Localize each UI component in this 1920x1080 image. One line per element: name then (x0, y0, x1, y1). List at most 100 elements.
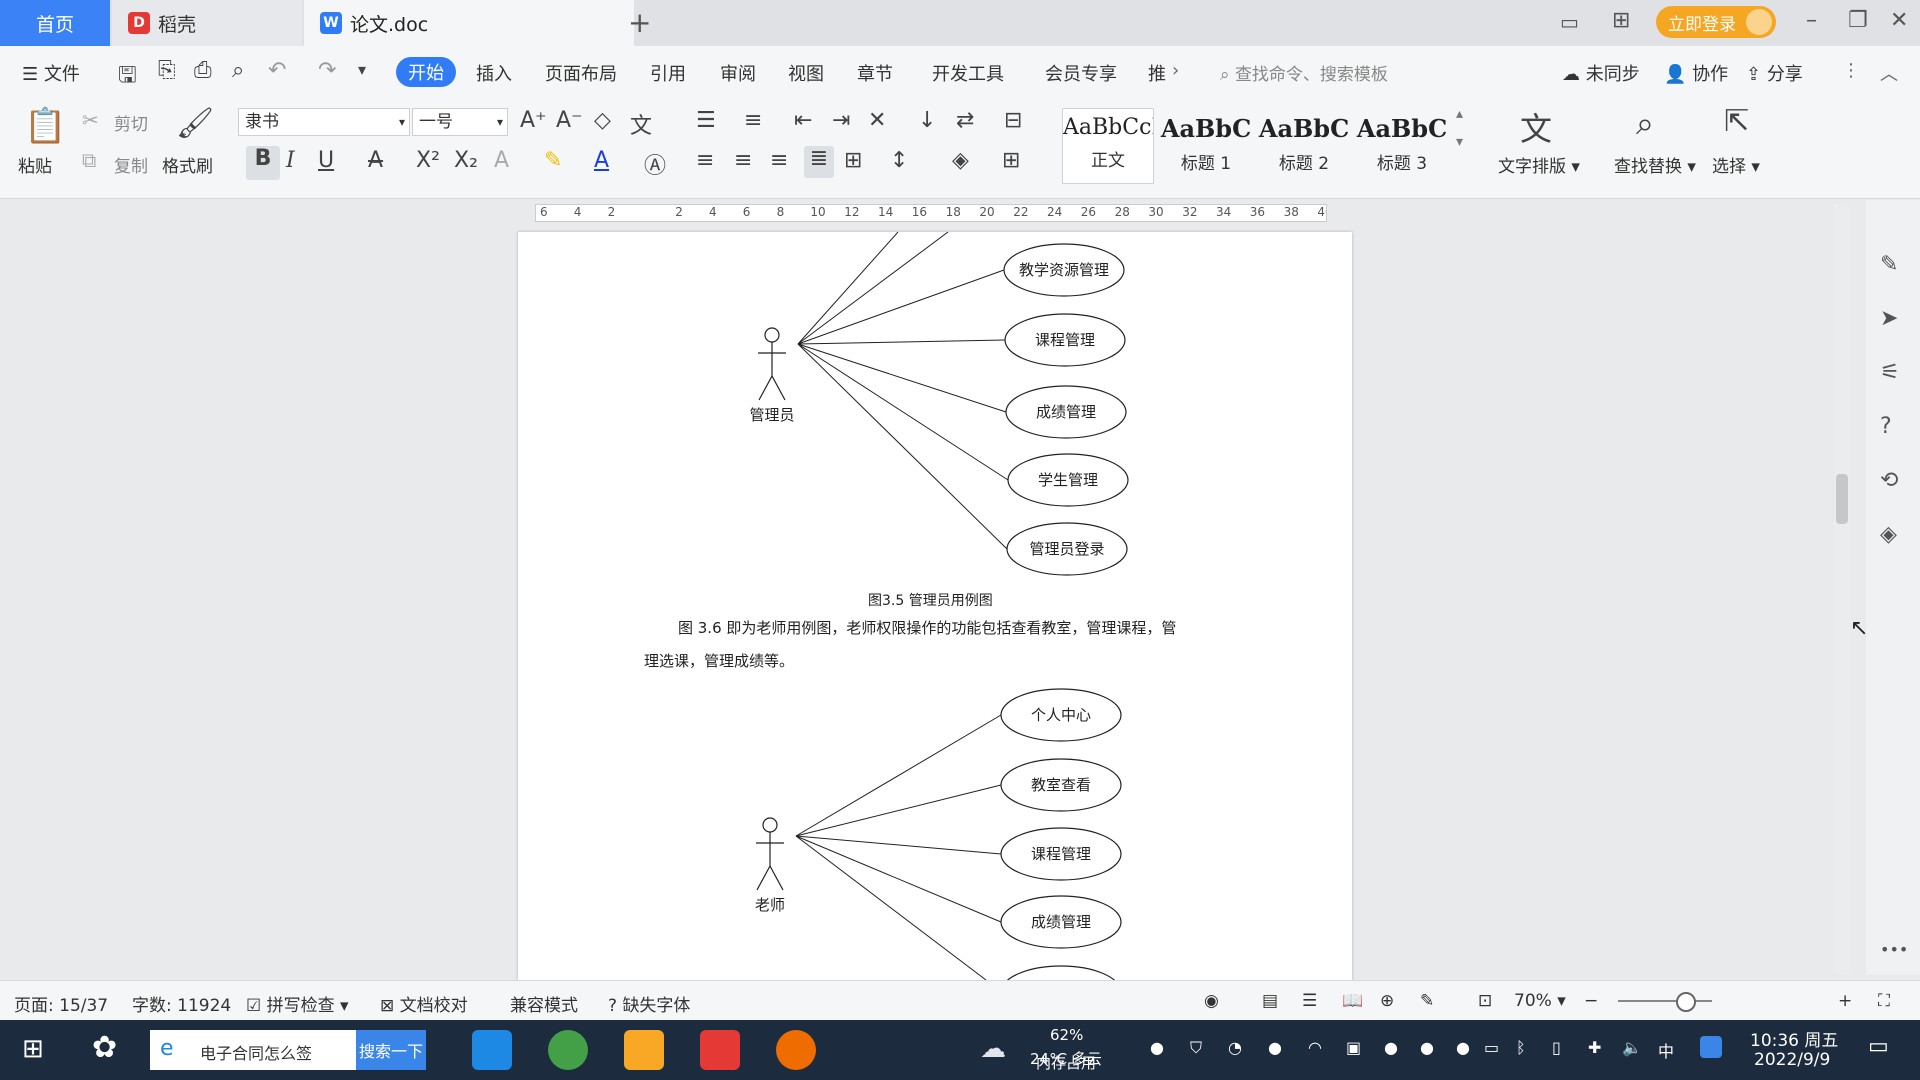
print-preview-icon[interactable]: ⌕ (232, 58, 244, 83)
menu-more-icon[interactable]: › (1172, 60, 1179, 81)
tab-daoke[interactable]: D 稻壳 (112, 0, 302, 46)
web-view-icon[interactable]: ⊕ (1380, 991, 1394, 1011)
collapse-ribbon-icon[interactable]: ︿ (1880, 60, 1898, 86)
menu-chapter[interactable]: 章节 (857, 60, 893, 86)
compat-mode[interactable]: 兼容模式 (510, 991, 578, 1016)
distribute-icon[interactable]: ⊞ (844, 148, 862, 173)
style-preset[interactable]: AaBbC 标题 2 (1258, 108, 1350, 184)
strikethrough-icon[interactable]: A (368, 148, 383, 173)
text-layout-icon[interactable]: 文 (1520, 104, 1552, 150)
reading-view-icon[interactable]: 📖 (1342, 991, 1363, 1011)
chinese-layout-icon[interactable]: ✕ (868, 108, 886, 133)
share-button[interactable]: ⇪ 分享 (1746, 60, 1803, 86)
find-replace-button[interactable]: 查找替换 ▾ (1614, 152, 1696, 177)
tab-home[interactable]: 首页 (0, 0, 110, 46)
clock-date[interactable]: 2022/9/9 (1754, 1050, 1830, 1070)
command-search[interactable]: ⌕ 查找命令、搜索模板 (1220, 60, 1388, 85)
align-right-icon[interactable]: ≡ (770, 148, 788, 173)
menu-file[interactable]: ☰ 文件 (22, 60, 80, 86)
grow-font-icon[interactable]: A⁺ (520, 108, 547, 133)
assistant-icon[interactable]: ✿ (92, 1030, 117, 1065)
file-explorer-icon[interactable] (624, 1030, 664, 1070)
menu-start[interactable]: 开始 (396, 57, 456, 87)
tray-app-icon[interactable]: ● (1456, 1038, 1470, 1057)
tray-qq-icon[interactable]: ● (1268, 1038, 1282, 1057)
tray-wifi-icon[interactable]: ◠ (1308, 1038, 1322, 1057)
text-effect-icon[interactable]: A (494, 148, 509, 173)
notification-icon[interactable]: ▭ (1868, 1034, 1889, 1059)
more-options-icon[interactable]: ⋮ (1842, 60, 1860, 81)
customize-dropdown-icon[interactable]: ▾ (358, 60, 366, 79)
new-tab-button[interactable]: + (628, 6, 651, 39)
format-painter-button[interactable]: 格式刷 (162, 152, 213, 177)
page-indicator[interactable]: 页面: 15/37 (14, 991, 108, 1016)
eye-protection-icon[interactable]: ◉ (1204, 991, 1219, 1011)
menu-insert[interactable]: 插入 (476, 60, 512, 86)
menu-reference[interactable]: 引用 (650, 60, 686, 86)
text-layout-button[interactable]: 文字排版 ▾ (1498, 152, 1580, 177)
align-center-icon[interactable]: ≡ (734, 148, 752, 173)
tray-bluetooth-icon[interactable]: ᛒ (1516, 1038, 1526, 1057)
edit-pen-icon[interactable]: ✎ (1880, 252, 1898, 277)
paste-icon[interactable]: 📋 (24, 106, 66, 146)
bullet-list-icon[interactable]: ☰ (696, 108, 716, 133)
collaborate-button[interactable]: 👤 协作 (1664, 60, 1728, 86)
font-color-icon[interactable]: A (594, 148, 609, 173)
numbered-list-icon[interactable]: ≡ (744, 108, 762, 133)
decrease-indent-icon[interactable]: ⇤ (794, 108, 812, 133)
document-page[interactable]: 管理员 教学资源管理 课程管理 成绩管理 学生管理 管理员登录 老师 个人中心 教室查看 课程管理… (518, 232, 1352, 980)
tray-app-icon[interactable]: ▣ (1346, 1038, 1361, 1057)
zoom-in-icon[interactable]: + (1838, 991, 1852, 1011)
zoom-level[interactable]: 70% ▾ (1514, 991, 1566, 1011)
app-icon[interactable] (776, 1030, 816, 1070)
cut-icon[interactable]: ✂ (82, 108, 99, 132)
shrink-font-icon[interactable]: A⁻ (556, 108, 583, 133)
align-justify-icon[interactable]: ≣ (804, 146, 834, 178)
menu-member[interactable]: 会员专享 (1045, 60, 1117, 86)
fullscreen-icon[interactable]: ⛶ (1878, 991, 1890, 1011)
write-view-icon[interactable]: ✎ (1420, 991, 1434, 1011)
find-replace-icon[interactable]: ⌕ (1636, 104, 1654, 143)
tray-app-icon[interactable] (1700, 1036, 1722, 1058)
memory-percent[interactable]: 62% (1050, 1026, 1083, 1044)
text-direction-icon[interactable]: ⇄ (956, 108, 974, 133)
char-border-icon[interactable]: Ⓐ (644, 148, 666, 180)
highlight-icon[interactable]: ✎ (544, 148, 562, 173)
layout-toggle-icon[interactable]: ▭ (1560, 10, 1579, 34)
borders-icon[interactable]: ⊞ (1002, 148, 1020, 173)
tray-network-icon[interactable]: ◔ (1228, 1038, 1242, 1057)
styles-scroll-up-icon[interactable]: ▴ (1456, 106, 1463, 122)
font-size-select[interactable]: 一号 ▾ (412, 108, 508, 136)
increase-indent-icon[interactable]: ⇥ (832, 108, 850, 133)
format-painter-icon[interactable]: 🖌 (176, 106, 214, 141)
phonetic-guide-icon[interactable]: 文 (630, 108, 652, 140)
show-marks-icon[interactable]: ⊟ (1004, 108, 1022, 133)
pointer-icon[interactable]: ➤ (1880, 306, 1898, 331)
tray-battery-icon[interactable]: ▭ (1484, 1038, 1499, 1057)
login-button[interactable]: 立即登录 (1656, 6, 1776, 38)
page-view-icon[interactable]: ▤ (1262, 991, 1278, 1011)
clear-format-icon[interactable]: ◇ (594, 108, 611, 133)
style-preset[interactable]: AaBbC 标题 3 (1356, 108, 1448, 184)
subscript-icon[interactable]: X₂ (454, 148, 478, 173)
tray-shield-icon[interactable]: ⛉ (1190, 1038, 1202, 1058)
sort-icon[interactable]: ↓ (918, 108, 936, 133)
apps-grid-icon[interactable]: ⊞ (1612, 8, 1630, 33)
share-panel-icon[interactable]: ◈ (1880, 522, 1897, 547)
shading-icon[interactable]: ◈ (952, 148, 969, 173)
spellcheck-button[interactable]: ☑ 拼写检查 ▾ (246, 991, 349, 1016)
scrollbar-thumb[interactable] (1836, 474, 1848, 524)
taskbar-search[interactable]: e 电子合同怎么签 搜索一下 (150, 1030, 426, 1070)
360-browser-icon[interactable] (548, 1030, 588, 1070)
menu-layout[interactable]: 页面布局 (545, 60, 617, 86)
ime-indicator[interactable]: 中 (1658, 1038, 1674, 1062)
ie-browser-icon[interactable] (472, 1030, 512, 1070)
tray-qq-icon[interactable]: ● (1420, 1038, 1434, 1057)
zoom-slider-track[interactable] (1618, 1000, 1712, 1002)
taskbar-search-button[interactable]: 搜索一下 (356, 1030, 426, 1070)
cut-button[interactable]: 剪切 (114, 110, 148, 135)
horizontal-ruler[interactable]: 642246810121416182022242628303234363840 (535, 204, 1327, 222)
paste-button[interactable]: 粘贴 (18, 152, 52, 177)
tray-qq-icon[interactable]: ● (1384, 1038, 1398, 1057)
zoom-slider-handle[interactable] (1676, 992, 1696, 1012)
